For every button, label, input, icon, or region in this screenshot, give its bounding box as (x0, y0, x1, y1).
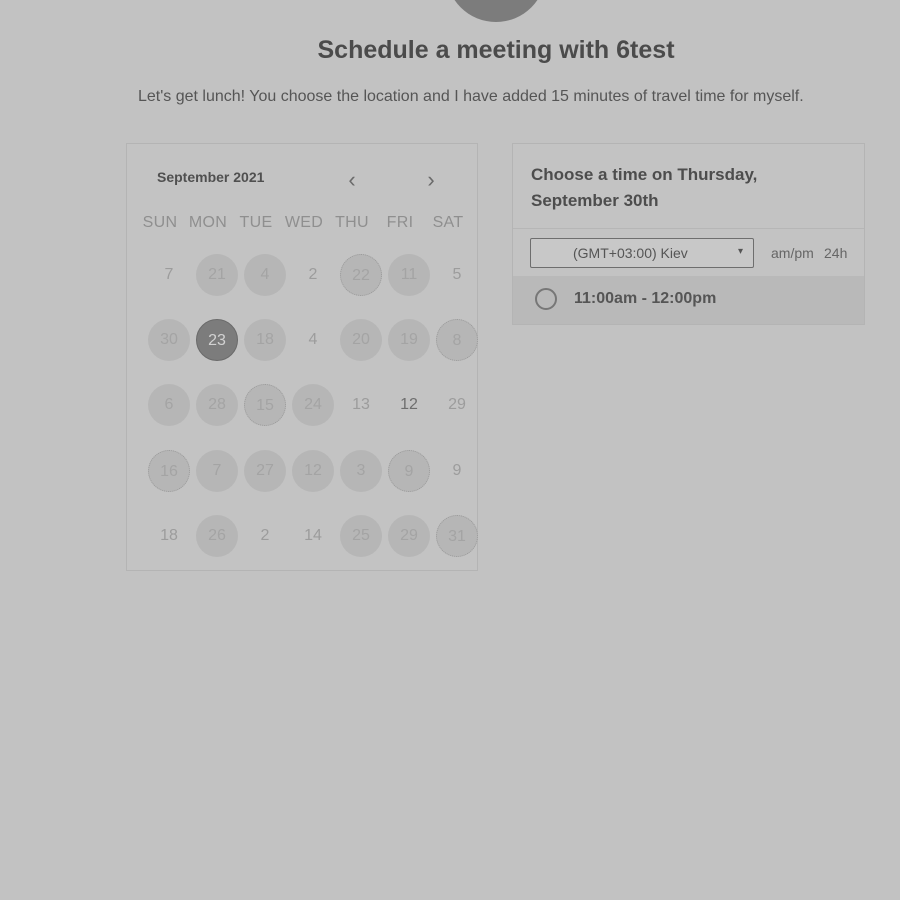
previous-month-icon[interactable]: ‹ (340, 168, 364, 192)
weekday-wed: WED (284, 214, 324, 231)
calendar-day: 13 (352, 396, 370, 413)
weekday-thu: THU (335, 214, 369, 231)
calendar-day[interactable]: 19 (388, 319, 430, 361)
calendar: September 2021 ‹ › SUN MON TUE WED THU F… (126, 143, 478, 571)
calendar-day: 12 (400, 396, 418, 413)
radio-button[interactable] (535, 288, 557, 310)
calendar-day: 2 (308, 266, 318, 283)
calendar-day-selected[interactable]: 23 (196, 319, 238, 361)
next-month-icon[interactable]: › (419, 168, 443, 192)
timezone-row: (GMT+03:00) Kiev ▾ am/pm 24h (513, 228, 864, 277)
calendar-day[interactable]: 4 (244, 254, 286, 296)
calendar-day[interactable]: 12 (292, 450, 334, 492)
calendar-day[interactable]: 22 (340, 254, 382, 296)
avatar (446, 0, 546, 22)
weekday-tue: TUE (239, 214, 273, 231)
format-24h-toggle[interactable]: 24h (824, 245, 847, 261)
calendar-day[interactable]: 8 (436, 319, 478, 361)
calendar-day: 29 (448, 396, 466, 413)
calendar-month-label: September 2021 (157, 169, 265, 185)
weekday-mon: MON (188, 214, 228, 231)
calendar-day: 9 (452, 462, 462, 479)
calendar-day[interactable]: 21 (196, 254, 238, 296)
calendar-day: 7 (164, 266, 174, 283)
time-slot-label: 11:00am - 12:00pm (574, 290, 717, 307)
time-picker-panel: Choose a time on Thursday, September 30t… (512, 143, 865, 325)
time-heading: Choose a time on Thursday, September 30t… (531, 165, 758, 210)
calendar-day[interactable]: 20 (340, 319, 382, 361)
calendar-day[interactable]: 27 (244, 450, 286, 492)
page-title: Schedule a meeting with 6test (317, 36, 675, 64)
weekday-sun: SUN (142, 214, 178, 231)
calendar-day[interactable]: 29 (388, 515, 430, 557)
calendar-day: 5 (452, 266, 462, 283)
calendar-day[interactable]: 15 (244, 384, 286, 426)
calendar-day[interactable]: 3 (340, 450, 382, 492)
calendar-day: 18 (160, 527, 178, 544)
calendar-day: 4 (308, 331, 318, 348)
calendar-day[interactable]: 9 (388, 450, 430, 492)
calendar-day[interactable]: 24 (292, 384, 334, 426)
calendar-day[interactable]: 31 (436, 515, 478, 557)
format-ampm-toggle[interactable]: am/pm (771, 245, 814, 261)
calendar-day[interactable]: 30 (148, 319, 190, 361)
calendar-day[interactable]: 25 (340, 515, 382, 557)
calendar-day[interactable]: 16 (148, 450, 190, 492)
calendar-day[interactable]: 6 (148, 384, 190, 426)
chevron-down-icon: ▾ (737, 246, 743, 257)
calendar-day[interactable]: 26 (196, 515, 238, 557)
timezone-select[interactable]: (GMT+03:00) Kiev ▾ (530, 238, 754, 268)
timezone-value: (GMT+03:00) Kiev (573, 245, 688, 261)
calendar-day[interactable]: 7 (196, 450, 238, 492)
calendar-day: 14 (304, 527, 322, 544)
meeting-description: Let's get lunch! You choose the location… (138, 88, 804, 105)
calendar-day[interactable]: 11 (388, 254, 430, 296)
calendar-day: 2 (260, 527, 270, 544)
calendar-day[interactable]: 18 (244, 319, 286, 361)
calendar-day[interactable]: 28 (196, 384, 238, 426)
time-slot[interactable]: 11:00am - 12:00pm (513, 276, 864, 324)
weekday-fri: FRI (386, 214, 414, 231)
weekday-sat: SAT (432, 214, 464, 231)
